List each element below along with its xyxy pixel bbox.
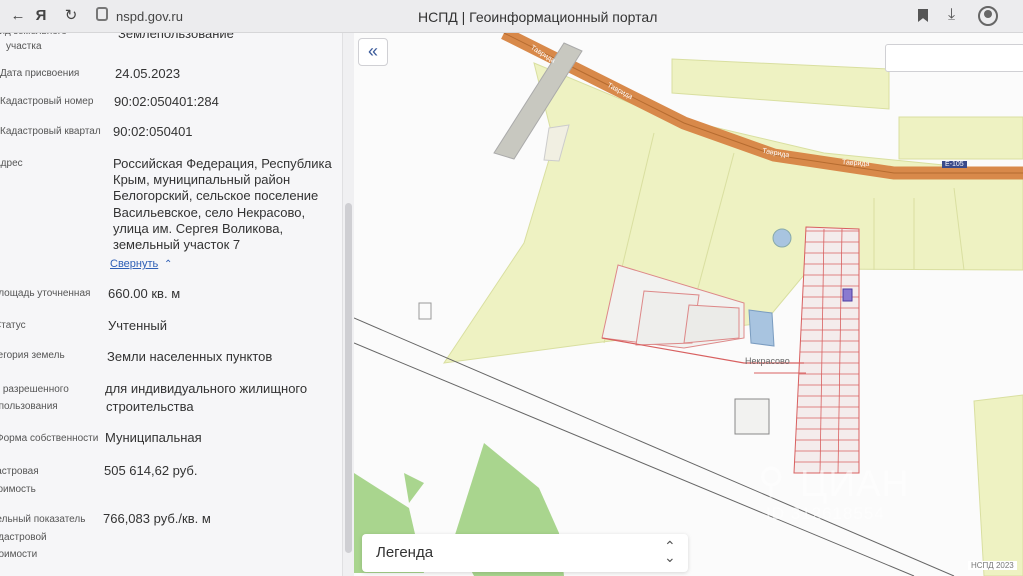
cadastral-quarter[interactable]: 90:02:050401 xyxy=(113,124,193,140)
field-label: Удельный показатель xyxy=(0,514,86,525)
legend-panel[interactable]: Легенда ⌃ ⌄ xyxy=(362,534,688,572)
download-icon[interactable]: ⤓ xyxy=(948,6,955,24)
field-value: для индивидуального жилищного xyxy=(105,381,308,396)
double-chevron-left-icon: « xyxy=(367,41,378,61)
field-label: кадастровой xyxy=(0,532,47,543)
field-label: Статус xyxy=(0,320,26,331)
cadastral-number[interactable]: 90:02:050401:284 xyxy=(114,94,219,110)
chevron-up-icon[interactable]: ⌃ xyxy=(164,259,172,270)
pond xyxy=(772,228,792,248)
scale-label: НСПД 2023 xyxy=(968,561,1017,570)
watermark-brand: ЦИАН xyxy=(800,463,910,504)
lock-icon[interactable] xyxy=(96,7,108,21)
map-drawing xyxy=(354,33,1023,576)
field-label: участка xyxy=(6,41,42,52)
field-value: Земли населенных пунктов xyxy=(107,349,273,364)
bookmark-icon[interactable] xyxy=(918,9,928,22)
scroll-thumb[interactable] xyxy=(345,203,352,553)
zone-block xyxy=(671,58,890,110)
browser-toolbar: ← Я ↻ nspd.gov.ru НСПД | Геоинформационн… xyxy=(0,0,1023,33)
address-value: Российская Федерация, Республика Крым, м… xyxy=(113,156,332,253)
field-label: Площадь уточненная xyxy=(0,288,91,299)
reload-icon[interactable]: ↻ xyxy=(60,5,82,27)
field-label: Вид разрешенного xyxy=(0,384,69,395)
field-value: строительства xyxy=(106,399,194,414)
field-value: 505 614,62 руб. xyxy=(104,463,198,478)
collapse-link[interactable]: Свернуть xyxy=(110,258,158,270)
field-value: 766,083 руб./кв. м xyxy=(103,511,211,526)
panel-scrollbar[interactable] xyxy=(342,33,354,576)
collapse-panel-button[interactable]: « xyxy=(358,38,388,66)
zone-block xyxy=(898,116,1023,160)
map-search-input[interactable] xyxy=(885,44,1023,72)
forest-area xyxy=(404,473,424,503)
page-title: НСПД | Геоинформационный портал xyxy=(418,9,658,25)
watermark-id: ID 312618554 xyxy=(766,504,885,523)
address-bar[interactable]: nspd.gov.ru xyxy=(116,9,183,24)
building xyxy=(734,398,770,435)
parcel-info-panel: вид земельного участка Землепользование … xyxy=(0,33,344,576)
building xyxy=(418,302,432,320)
zone-block xyxy=(973,394,1023,576)
selected-parcel xyxy=(842,288,853,302)
profile-icon[interactable] xyxy=(978,6,998,26)
field-label: стоимости xyxy=(0,549,38,560)
field-label: Форма собственности xyxy=(0,433,99,444)
field-label: Кадастровая xyxy=(0,466,39,477)
field-label: Кадастровый номер xyxy=(0,96,94,107)
field-label: Адрес xyxy=(0,158,23,169)
field-label: Кадастровый квартал xyxy=(0,126,101,137)
field-label: использования xyxy=(0,401,58,412)
legend-label: Легенда xyxy=(376,544,434,561)
watermark-pin-icon: ⚲ xyxy=(758,460,785,501)
field-value: Муниципальная xyxy=(105,430,202,445)
expand-collapse-icon[interactable]: ⌃ ⌄ xyxy=(664,539,676,564)
yandex-icon[interactable]: Я xyxy=(30,5,52,27)
field-label: стоимость xyxy=(0,484,36,495)
field-value: Учтенный xyxy=(108,318,168,333)
field-label: Категория земель xyxy=(0,350,65,361)
road-badge: Е-105 xyxy=(942,161,967,168)
village-label: Некрасово xyxy=(745,356,790,366)
field-value: 660.00 кв. м xyxy=(108,286,181,301)
built-area xyxy=(683,304,740,344)
field-value: Землепользование xyxy=(118,33,234,41)
back-icon[interactable]: ← xyxy=(7,5,29,27)
pond xyxy=(748,309,775,347)
field-label: Дата присвоения xyxy=(0,68,80,79)
field-value: 24.05.2023 xyxy=(115,66,181,81)
map-canvas[interactable]: Таврида Таврида Таврида Таврида Е-105 xyxy=(354,33,1023,576)
